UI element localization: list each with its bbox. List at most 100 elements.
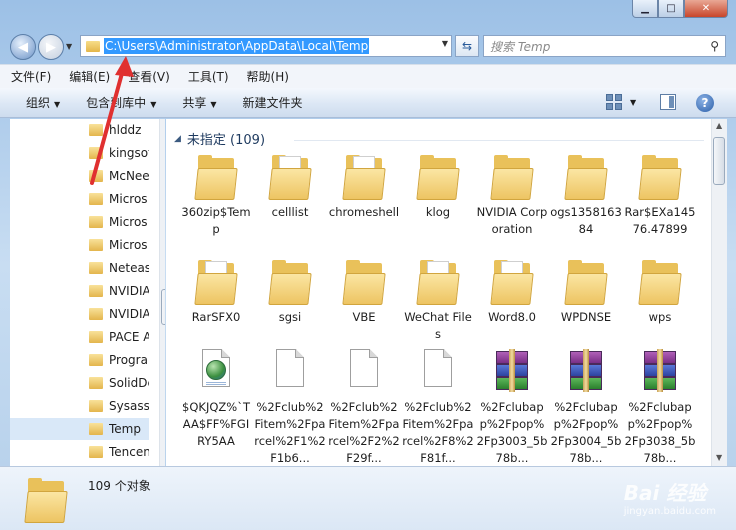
folder-icon [89, 147, 103, 159]
folder-icon [564, 154, 608, 200]
folder-item[interactable]: WPDNSE [550, 259, 622, 326]
item-label: %2Fclubapp%2Fpop%2Fp3004_5b78b... [550, 400, 622, 465]
item-label: chromeshell [328, 205, 400, 219]
command-bar: 组织 ▼ 包含到库中 ▼ 共享 ▼ 新建文件夹 ▼ ? [0, 88, 736, 118]
scroll-down-icon[interactable]: ▼ [716, 453, 722, 462]
details-pane: 109 个对象 Bai 经验 jingyan.baidu.com [0, 466, 736, 530]
address-dropdown-icon[interactable]: ▼ [442, 39, 448, 48]
folder-item[interactable]: sgsi [254, 259, 326, 326]
item-label: VBE [352, 310, 376, 324]
nav-folder-item[interactable]: PACE A [10, 326, 149, 348]
file-item[interactable]: $QKJQZ%`TAA$FF%FGIRY5AA [180, 349, 252, 450]
folder-item[interactable]: 360zip$Temp [180, 154, 252, 238]
menu-help[interactable]: 帮助(H) [247, 68, 289, 85]
file-item[interactable]: %2Fclub%2Fitem%2Fparcel%2F1%2F1b6... [254, 349, 326, 466]
item-label: sgsi [278, 310, 302, 324]
back-arrow-icon: ◀ [18, 39, 28, 55]
nav-folder-item[interactable]: NVIDIA [10, 303, 149, 325]
nav-folder-item[interactable]: Sysassi [10, 395, 149, 417]
scroll-up-icon[interactable]: ▲ [716, 121, 722, 130]
rar-archive-icon [492, 349, 532, 395]
title-bar: ▁ □ ✕ [0, 0, 736, 30]
folder-icon [416, 154, 460, 200]
group-header[interactable]: ◢ 未指定 (109) [174, 129, 265, 148]
nav-folder-item[interactable]: Micros [10, 188, 149, 210]
nav-folder-item[interactable]: Neteas [10, 257, 149, 279]
menu-file[interactable]: 文件(F) [11, 68, 51, 85]
nav-folder-label: Temp [109, 422, 141, 436]
folder-icon [638, 154, 682, 200]
folder-item[interactable]: wps [624, 259, 696, 326]
window-caption-buttons: ▁ □ ✕ [632, 0, 728, 18]
maximize-button[interactable]: □ [658, 0, 684, 18]
nav-folder-item[interactable]: kingsoft [10, 142, 149, 164]
folder-item[interactable]: VBE [328, 259, 400, 326]
refresh-button[interactable]: ⇆ [455, 35, 479, 57]
back-button[interactable]: ◀ [10, 34, 36, 60]
item-label: WeChat Files [404, 310, 472, 341]
file-item[interactable]: %2Fclubapp%2Fpop%2Fp3038_5b78b... [624, 349, 696, 466]
nav-folder-item[interactable]: Micros [10, 234, 149, 256]
folder-icon [89, 423, 103, 435]
search-icon[interactable]: ⚲ [710, 39, 719, 53]
address-path[interactable]: C:\Users\Administrator\AppData\Local\Tem… [104, 38, 370, 54]
folder-item[interactable]: Rar$EXa14576.47899 [624, 154, 696, 238]
address-bar[interactable]: C:\Users\Administrator\AppData\Local\Tem… [80, 35, 452, 57]
file-item[interactable]: %2Fclubapp%2Fpop%2Fp3003_5b78b... [476, 349, 548, 466]
nav-folder-item[interactable]: Tencen [10, 441, 149, 463]
nav-folder-item[interactable]: NVIDIA [10, 280, 149, 302]
new-folder-button[interactable]: 新建文件夹 [243, 94, 303, 111]
search-placeholder: 搜索 Temp [490, 39, 551, 54]
file-item[interactable]: %2Fclub%2Fitem%2Fparcel%2F2%2F29f... [328, 349, 400, 466]
nav-folder-item[interactable]: hlddz [10, 119, 149, 141]
folder-item[interactable]: RarSFX0 [180, 259, 252, 326]
collapse-group-icon[interactable]: ◢ [174, 134, 181, 144]
folder-icon [342, 259, 386, 305]
folder-item[interactable]: klog [402, 154, 474, 221]
baidu-jingyan-watermark: Bai 经验 jingyan.baidu.com [624, 477, 716, 517]
change-view-button[interactable] [606, 94, 622, 110]
file-item[interactable]: %2Fclubapp%2Fpop%2Fp3004_5b78b... [550, 349, 622, 466]
include-in-library-button[interactable]: 包含到库中 ▼ [86, 94, 156, 111]
folder-icon [24, 477, 68, 523]
recent-locations-dropdown-icon[interactable]: ▼ [66, 42, 72, 51]
menu-tools[interactable]: 工具(T) [188, 68, 229, 85]
folder-icon [89, 216, 103, 228]
item-label: Rar$EXa14576.47899 [624, 205, 696, 236]
view-options-dropdown-icon[interactable]: ▼ [630, 98, 636, 107]
folder-icon [638, 259, 682, 305]
menu-edit[interactable]: 编辑(E) [69, 68, 110, 85]
nav-folder-item[interactable]: Progra [10, 349, 149, 371]
folder-item[interactable]: celllist [254, 154, 326, 221]
forward-button[interactable]: ▶ [38, 34, 64, 60]
item-label: RarSFX0 [191, 310, 241, 324]
nav-scrollbar-thumb[interactable] [161, 289, 165, 325]
folder-icon [490, 259, 534, 305]
organize-button[interactable]: 组织 ▼ [26, 94, 60, 111]
minimize-button[interactable]: ▁ [632, 0, 658, 18]
content-scrollbar-thumb[interactable] [713, 137, 725, 185]
file-item[interactable]: %2Fclub%2Fitem%2Fparcel%2F8%2F81f... [402, 349, 474, 466]
folder-item[interactable]: Word8.0 [476, 259, 548, 326]
close-button[interactable]: ✕ [684, 0, 728, 18]
menu-view[interactable]: 查看(V) [128, 68, 170, 85]
nav-folder-item[interactable]: Temp [10, 418, 149, 440]
folder-icon [89, 400, 103, 412]
folder-item[interactable]: NVIDIA Corporation [476, 154, 548, 238]
search-input[interactable]: 搜索 Temp ⚲ [483, 35, 726, 57]
nav-folder-label: Micros [109, 238, 148, 252]
item-label: NVIDIA Corporation [476, 205, 548, 236]
nav-folder-item[interactable]: McNee [10, 165, 149, 187]
rar-archive-icon [566, 349, 606, 395]
preview-pane-button[interactable] [660, 94, 676, 110]
view-grid-icon [606, 94, 622, 110]
folder-item[interactable]: chromeshell [328, 154, 400, 221]
help-button[interactable]: ? [696, 94, 714, 112]
nav-folder-item[interactable]: SolidDe [10, 372, 149, 394]
item-label: %2Fclub%2Fitem%2Fparcel%2F1%2F1b6... [254, 400, 326, 465]
folder-item[interactable]: ogs135816384 [550, 154, 622, 238]
share-button[interactable]: 共享 ▼ [182, 94, 216, 111]
nav-folder-item[interactable]: Micros [10, 211, 149, 233]
folder-item[interactable]: WeChat Files [402, 259, 474, 343]
nav-folder-label: NVIDIA [109, 307, 149, 321]
